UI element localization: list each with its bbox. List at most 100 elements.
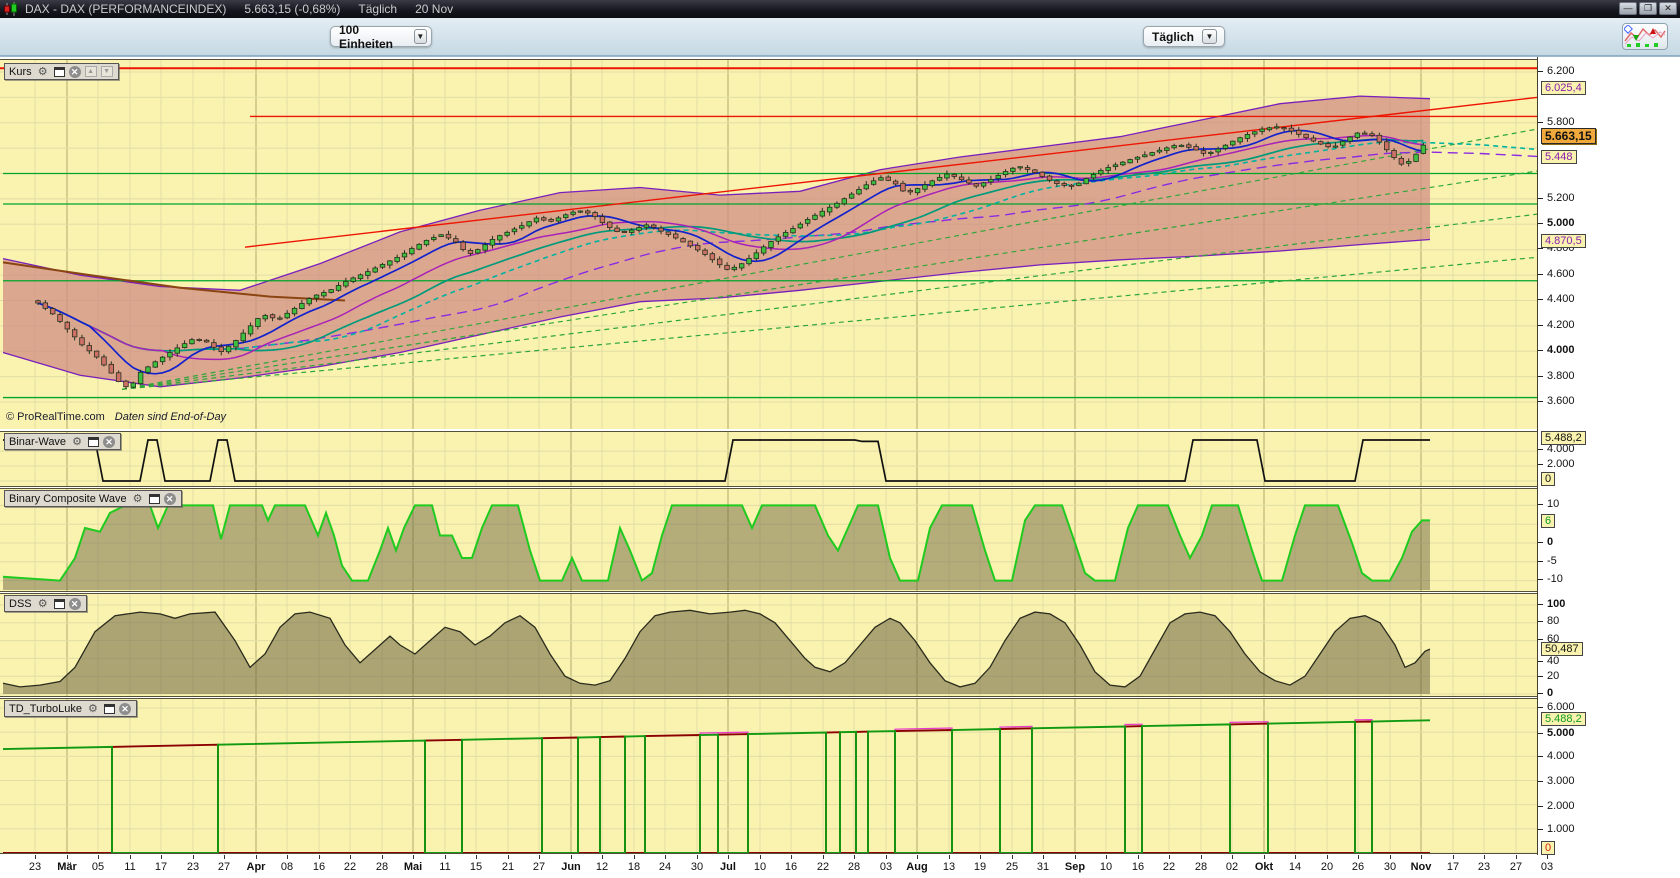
close-button[interactable]: ✕ <box>1659 2 1677 15</box>
axis-tick-label: 2.000 <box>1547 800 1575 812</box>
axis-tick-label: 100 <box>1547 598 1565 610</box>
date-label: 31 <box>1037 861 1049 873</box>
axis-tick <box>1538 579 1543 580</box>
axis-tick-label: 80 <box>1547 615 1559 627</box>
date-tick <box>287 855 288 859</box>
candlestick-app-icon <box>3 2 19 16</box>
date-label: Sep <box>1065 861 1085 873</box>
date-label: 22 <box>344 861 356 873</box>
date-label: 05 <box>92 861 104 873</box>
axis-tick <box>1538 376 1543 377</box>
titlebar-period: Täglich <box>358 2 397 16</box>
td-turboluke-panel[interactable] <box>0 698 1537 854</box>
date-label: Nov <box>1411 861 1432 873</box>
current-value-box: 4.870,5 <box>1541 234 1586 248</box>
binar-wave-panel[interactable] <box>0 431 1537 487</box>
date-label: 10 <box>1100 861 1112 873</box>
date-label: 28 <box>848 861 860 873</box>
axis-tick <box>1538 693 1543 694</box>
axis-tick-label: 5.000 <box>1547 217 1575 229</box>
wrench-icon[interactable]: ⚙ <box>86 702 100 715</box>
axis-tick <box>1538 401 1543 402</box>
date-label: Mär <box>57 861 77 873</box>
date-tick <box>193 855 194 859</box>
date-label: 21 <box>502 861 514 873</box>
date-label: 12 <box>596 861 608 873</box>
date-tick <box>1169 855 1170 859</box>
units-dropdown[interactable]: 100 Einheiten ▼ <box>330 26 432 47</box>
axis-tick <box>1538 449 1543 450</box>
date-label: 02 <box>1226 861 1238 873</box>
dss-panel[interactable] <box>0 593 1537 697</box>
app-window: DAX - DAX (PERFORMANCEINDEX) 5.663,15 (-… <box>0 0 1680 878</box>
date-tick <box>350 855 351 859</box>
date-tick <box>319 855 320 859</box>
axis-tick <box>1538 829 1543 830</box>
date-tick <box>1232 855 1233 859</box>
window-icon[interactable] <box>54 599 65 609</box>
date-tick <box>161 855 162 859</box>
current-value-box: 6 <box>1541 514 1555 528</box>
axis-tick <box>1538 325 1543 326</box>
axis-tick <box>1538 639 1543 640</box>
chart-type-button[interactable] <box>1622 23 1668 50</box>
price-axis[interactable]: 6.2005.8005.2005.0004.8004.6004.4004.200… <box>1537 57 1680 878</box>
close-icon[interactable]: ✕ <box>69 598 81 610</box>
period-dropdown[interactable]: Täglich ▼ <box>1143 26 1225 47</box>
wrench-icon[interactable]: ⚙ <box>36 65 50 78</box>
maximize-button[interactable]: ❐ <box>1639 2 1657 15</box>
axis-tick-label: -5 <box>1547 555 1557 567</box>
date-tick <box>760 855 761 859</box>
date-label: 22 <box>817 861 829 873</box>
wrench-icon[interactable]: ⚙ <box>131 492 145 505</box>
current-value-box: 5.663,15 <box>1541 128 1596 144</box>
date-tick <box>1012 855 1013 859</box>
date-label: 28 <box>1195 861 1207 873</box>
wrench-icon[interactable]: ⚙ <box>70 435 84 448</box>
date-label: 30 <box>691 861 703 873</box>
minimize-button[interactable]: — <box>1619 2 1637 15</box>
close-icon[interactable]: ✕ <box>164 493 176 505</box>
dss-title: DSS <box>9 598 32 610</box>
date-label: 13 <box>943 861 955 873</box>
price-panel[interactable]: © ProRealTime.comDaten sind End-of-Day <box>0 59 1537 428</box>
date-tick <box>665 855 666 859</box>
axis-tick-label: 0 <box>1547 687 1553 699</box>
date-label: 23 <box>29 861 41 873</box>
window-icon[interactable] <box>88 437 99 447</box>
date-tick <box>508 855 509 859</box>
window-icon[interactable] <box>104 704 115 714</box>
close-icon[interactable]: ✕ <box>103 436 115 448</box>
close-icon[interactable]: ✕ <box>69 66 81 78</box>
date-tick <box>854 855 855 859</box>
axis-tick <box>1538 733 1543 734</box>
close-icon[interactable]: ✕ <box>119 703 131 715</box>
date-tick <box>1201 855 1202 859</box>
axis-tick-label: 2.000 <box>1547 458 1575 470</box>
date-tick <box>1295 855 1296 859</box>
move-up-icon[interactable]: ▲ <box>85 66 97 77</box>
date-label: Apr <box>247 861 266 873</box>
window-icon[interactable] <box>54 67 65 77</box>
axis-tick <box>1538 198 1543 199</box>
chevron-down-icon[interactable]: ▼ <box>1202 29 1217 44</box>
axis-tick-label: 5.000 <box>1547 727 1575 739</box>
axis-tick-label: 4.000 <box>1547 750 1575 762</box>
date-tick <box>823 855 824 859</box>
date-label: 24 <box>659 861 671 873</box>
date-tick <box>571 855 572 859</box>
date-label: Aug <box>906 861 927 873</box>
current-value-box: 6.025,4 <box>1541 81 1586 95</box>
date-label: 16 <box>313 861 325 873</box>
axis-tick-label: 20 <box>1547 670 1559 682</box>
axis-tick <box>1538 621 1543 622</box>
units-dropdown-value: 100 Einheiten <box>339 23 406 51</box>
wrench-icon[interactable]: ⚙ <box>36 597 50 610</box>
move-down-icon[interactable]: ▼ <box>101 66 113 77</box>
chevron-down-icon[interactable]: ▼ <box>414 29 427 44</box>
titlebar-date: 20 Nov <box>415 2 453 16</box>
axis-tick-label: 0 <box>1547 536 1553 548</box>
window-icon[interactable] <box>149 494 160 504</box>
date-axis[interactable]: 23Mär0511172327Apr08162228Mai11152127Jun… <box>0 855 1680 878</box>
binary-composite-wave-panel[interactable] <box>0 488 1537 592</box>
